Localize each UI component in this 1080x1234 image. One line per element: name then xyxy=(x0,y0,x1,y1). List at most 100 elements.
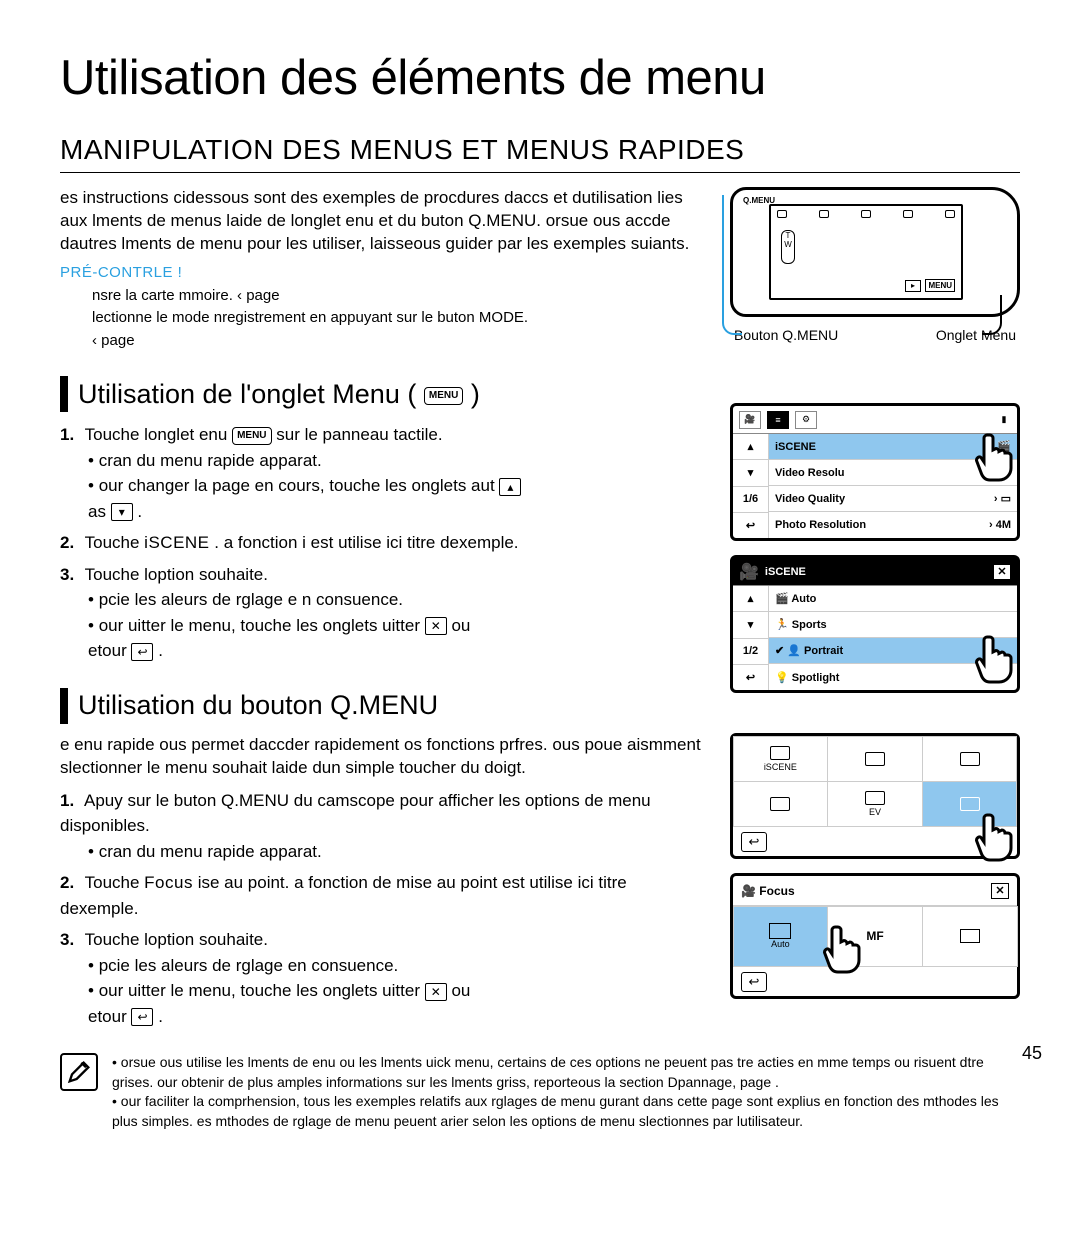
menu-panel-1: 🎥 ≡ ⚙ ▮ ▴ ▾ 1/6 ↩ iSCENE› 🎬 Video xyxy=(730,403,1020,541)
menu-row-photores[interactable]: Photo Resolution› 4M xyxy=(769,512,1017,538)
down-button[interactable]: ▾ xyxy=(733,460,768,486)
close-icon: ✕ xyxy=(425,983,447,1001)
focus-title: Focus xyxy=(759,884,794,898)
note-icon xyxy=(60,1053,98,1091)
focus-panel: 🎥 Focus ✕ Auto MF ↩ xyxy=(730,873,1020,999)
q-step-3: 3. Touche loption souhaite. pcie les ale… xyxy=(60,927,702,1029)
note-bullet: orsue ous utilise les lments de enu ou l… xyxy=(112,1053,1020,1092)
scene-row-auto[interactable]: 🎬 Auto xyxy=(769,586,1017,612)
substep: cran du menu rapide apparat. xyxy=(88,448,702,474)
page-title: Utilisation des éléments de menu xyxy=(60,50,1020,106)
q-step-2: 2. Touche Focus ise au point. a fonction… xyxy=(60,870,702,921)
menu-row-videoqual[interactable]: Video Quality› ▭ xyxy=(769,486,1017,512)
row-label: iSCENE xyxy=(775,441,816,453)
return-icon: ↩ xyxy=(131,1008,153,1026)
row-label: Spotlight xyxy=(792,672,840,684)
tab-camera-icon[interactable]: 🎥 xyxy=(739,411,761,429)
substep-text: etour xyxy=(88,641,127,660)
menu-badge-icon: MENU xyxy=(424,387,463,405)
qcell-label: EV xyxy=(869,807,881,817)
hand-pointer-icon xyxy=(969,426,1029,486)
menu-corner-icon: MENU xyxy=(925,279,955,292)
substep-text: ou xyxy=(451,616,470,635)
close-button[interactable]: ✕ xyxy=(991,883,1009,899)
row-label: Photo Resolution xyxy=(775,519,866,531)
back-button[interactable]: ↩ xyxy=(733,665,768,690)
section-bar xyxy=(60,688,68,724)
substep: cran du menu rapide apparat. xyxy=(88,839,702,865)
panel-camera-icon: 🎥 xyxy=(739,562,759,582)
row-label: Sports xyxy=(792,619,827,631)
step-text: Touche xyxy=(85,533,140,552)
row-label: Portrait xyxy=(804,645,843,657)
subsection-title-qmenu: Utilisation du bouton Q.MENU xyxy=(78,690,438,721)
precontrol-label: PRÉ-CONTRLE ! xyxy=(60,264,702,281)
step-mono: Focus xyxy=(144,873,193,892)
substep: our uitter le menu, touche les onglets u… xyxy=(88,613,702,664)
back-button[interactable]: ↩ xyxy=(741,972,767,992)
qcell-iscene[interactable]: iSCENE xyxy=(733,736,829,782)
menu-panel-2: 🎥 iSCENE ✕ ▴ ▾ 1/2 ↩ 🎬 Auto 🏃 Sports xyxy=(730,555,1020,693)
step-3: 3. Touche loption souhaite. pcie les ale… xyxy=(60,562,702,664)
page-indicator: 1/2 xyxy=(733,639,768,665)
substep-text: our uitter le menu, touche les onglets u… xyxy=(99,981,420,1000)
up-button[interactable]: ▴ xyxy=(733,434,768,460)
focus-auto[interactable]: Auto xyxy=(733,906,829,967)
up-button[interactable]: ▴ xyxy=(733,586,768,612)
step-1: 1. Touche longlet enu MENU sur le pannea… xyxy=(60,422,702,524)
step-text: sur le panneau tactile. xyxy=(276,425,442,444)
qcell-ev[interactable]: EV xyxy=(827,781,923,827)
subsection-title-close: ) xyxy=(471,379,480,409)
note-bullet: our faciliter la comprhension, tous les … xyxy=(112,1092,1020,1131)
down-icon: ▾ xyxy=(111,503,133,521)
qcell-wb[interactable] xyxy=(733,781,829,827)
close-button[interactable]: ✕ xyxy=(993,564,1011,580)
subsection-title-text: Utilisation de l'onglet Menu ( xyxy=(78,379,416,409)
down-button[interactable]: ▾ xyxy=(733,612,768,638)
camcorder-diagram: Q.MENU TW ▸ MENU xyxy=(730,187,1020,317)
tab-list-icon[interactable]: ≡ xyxy=(767,411,789,429)
precontrol-item: ‹ page xyxy=(92,330,702,353)
qcell-3[interactable] xyxy=(922,736,1018,782)
substep-text: our uitter le menu, touche les onglets u… xyxy=(99,616,420,635)
hand-pointer-icon xyxy=(817,918,877,978)
substep-text: ou xyxy=(451,981,470,1000)
step-text: i est utilise ici titre dexemple. xyxy=(302,533,518,552)
hand-pointer-icon xyxy=(969,806,1029,866)
substep: pcie les aleurs de rglage en consuence. xyxy=(88,953,702,979)
substep: our uitter le menu, touche les onglets u… xyxy=(88,978,702,1029)
focus-touch[interactable] xyxy=(922,906,1018,967)
return-icon: ↩ xyxy=(131,643,153,661)
camera-label-qmenu: Bouton Q.MENU xyxy=(734,327,838,343)
step-text: Touche loption souhaite. xyxy=(85,565,268,584)
row-label: Auto xyxy=(791,593,816,605)
page-indicator: 1/6 xyxy=(733,487,768,513)
precontrol-item: lectionne le mode nregistrement en appuy… xyxy=(92,307,702,330)
step-text: Touche xyxy=(85,873,140,892)
step-text: Touche loption souhaite. xyxy=(85,930,268,949)
precontrol-item: nsre la carte mmoire. ‹ page xyxy=(92,285,702,308)
up-icon: ▴ xyxy=(499,478,521,496)
step-text: . a fonction xyxy=(214,533,297,552)
panel-title: iSCENE xyxy=(765,566,806,578)
substep: pcie les aleurs de rglage e n consuence. xyxy=(88,587,702,613)
q-step-1: 1. Apuy sur le buton Q.MENU du camscope … xyxy=(60,788,702,865)
step-2: 2. Touche iSCENE . a fonction i est util… xyxy=(60,530,702,556)
row-label: Video Resolu xyxy=(775,467,844,479)
qcell-2[interactable] xyxy=(827,736,923,782)
tab-gear-icon[interactable]: ⚙ xyxy=(795,411,817,429)
back-button[interactable]: ↩ xyxy=(741,832,767,852)
step-text: Apuy sur le buton Q.MENU du camscope pou… xyxy=(60,791,651,836)
back-button[interactable]: ↩ xyxy=(733,513,768,538)
intro-text: es instructions cidessous sont des exemp… xyxy=(60,187,702,256)
row-label: Video Quality xyxy=(775,493,845,505)
step-mono: iSCENE xyxy=(144,533,209,552)
substep-text: our changer la page en cours, touche les… xyxy=(99,476,495,495)
section-heading: MANIPULATION DES MENUS ET MENUS RAPIDES xyxy=(60,134,1020,173)
qcell-label: iSCENE xyxy=(764,762,797,772)
precontrol-list: nsre la carte mmoire. ‹ page lectionne l… xyxy=(92,285,702,353)
hand-pointer-icon xyxy=(969,628,1029,688)
focus-label: Auto xyxy=(771,939,790,949)
section-bar xyxy=(60,376,68,412)
note-text: orsue ous utilise les lments de enu ou l… xyxy=(112,1053,1020,1131)
